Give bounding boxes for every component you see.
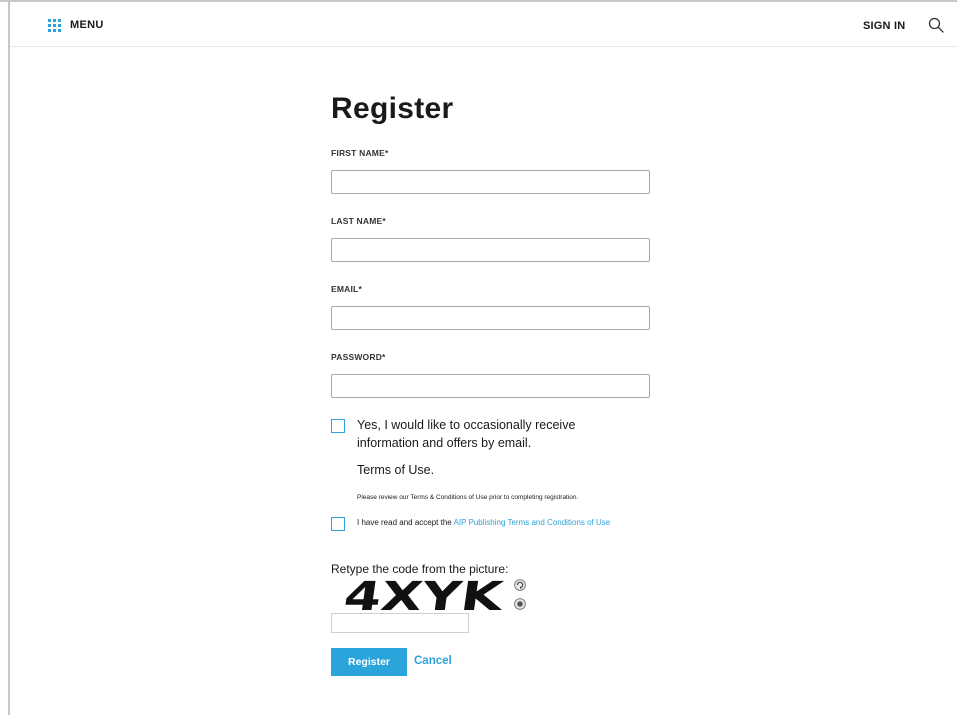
captcha-image: 4XYK — [341, 577, 508, 613]
terms-heading: Terms of Use. — [357, 463, 435, 477]
accept-terms-label: I have read and accept the AIP Publishin… — [357, 515, 657, 531]
top-navigation-bar: MENU SIGN IN — [10, 2, 957, 47]
password-label: PASSWORD* — [331, 352, 386, 362]
email-label: EMAIL* — [331, 284, 362, 294]
cancel-link[interactable]: Cancel — [414, 655, 452, 667]
email-optin-checkbox[interactable] — [331, 419, 345, 433]
first-name-field[interactable] — [331, 170, 650, 194]
refresh-icon[interactable] — [514, 579, 526, 591]
menu-button[interactable]: MENU — [48, 14, 104, 36]
terms-link[interactable]: AIP Publishing Terms and Conditions of U… — [454, 518, 611, 527]
last-name-field[interactable] — [331, 238, 650, 262]
search-icon[interactable] — [928, 17, 944, 33]
email-field[interactable] — [331, 306, 650, 330]
first-name-label: FIRST NAME* — [331, 148, 389, 158]
window-left-border — [8, 0, 10, 715]
audio-icon[interactable] — [514, 598, 526, 610]
accept-terms-prefix: I have read and accept the — [357, 518, 454, 527]
grid-icon — [48, 18, 61, 32]
menu-label: MENU — [70, 19, 104, 31]
captcha-code: 4XYK — [341, 577, 508, 613]
last-name-label: LAST NAME* — [331, 216, 386, 226]
page-title: Register — [331, 92, 454, 125]
terms-note: Please review our Terms & Conditions of … — [357, 494, 579, 501]
accept-terms-checkbox[interactable] — [331, 517, 345, 531]
register-button[interactable]: Register — [331, 648, 407, 676]
password-field[interactable] — [331, 374, 650, 398]
captcha-label: Retype the code from the picture: — [331, 562, 509, 576]
email-optin-label: Yes, I would like to occasionally receiv… — [357, 418, 576, 450]
sign-in-link[interactable]: SIGN IN — [863, 20, 905, 32]
captcha-input[interactable] — [331, 613, 469, 633]
